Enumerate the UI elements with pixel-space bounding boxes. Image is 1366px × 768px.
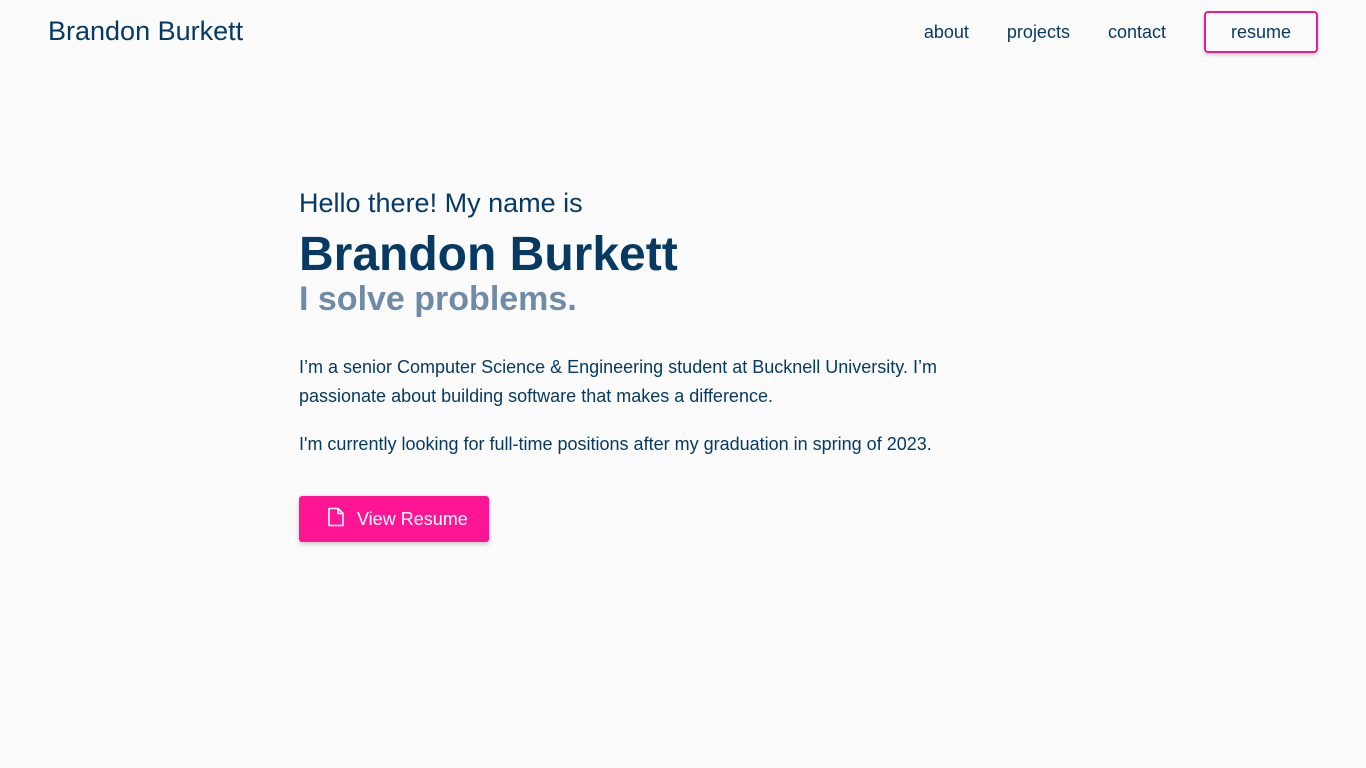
file-icon (327, 507, 345, 527)
site-brand-link[interactable]: Brandon Burkett (48, 14, 243, 48)
view-resume-label: View Resume (357, 508, 468, 529)
hero-greeting: Hello there! My name is (299, 188, 583, 218)
main-nav: about projects contact resume (924, 11, 1318, 53)
intro-paragraph: I’m a senior Computer Science & Engineer… (299, 357, 937, 406)
hero-name: Brandon Burkett (299, 228, 678, 281)
hero-tagline: I solve problems. (299, 280, 577, 318)
site-header: Brandon Burkett about projects contact r… (0, 0, 1366, 64)
nav-link-contact[interactable]: contact (1108, 11, 1166, 53)
hero-section: Hello there! My name is Brandon Burkett … (299, 186, 989, 542)
resume-nav-button[interactable]: resume (1204, 11, 1318, 53)
job-search-paragraph: I'm currently looking for full-time posi… (299, 434, 932, 454)
nav-link-projects[interactable]: projects (1007, 11, 1070, 53)
view-resume-button[interactable]: View Resume (299, 496, 489, 542)
nav-link-about[interactable]: about (924, 11, 969, 53)
